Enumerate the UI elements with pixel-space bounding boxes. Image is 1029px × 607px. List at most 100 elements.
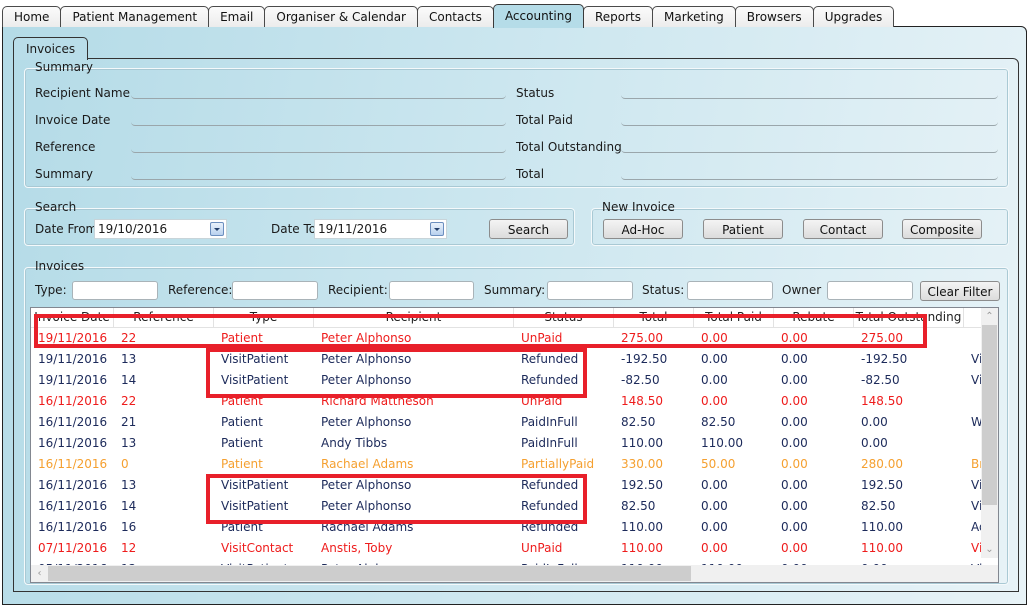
table-cell: 0.00 bbox=[861, 415, 888, 429]
owner-filter-label: Owner bbox=[782, 283, 822, 297]
table-cell: Anstis, Toby bbox=[321, 541, 393, 555]
tab-invoices[interactable]: Invoices bbox=[13, 37, 89, 60]
total-label: Total bbox=[516, 167, 545, 181]
table-cell: 13 bbox=[121, 436, 137, 450]
tab-email[interactable]: Email bbox=[208, 6, 266, 27]
table-cell: Patient bbox=[221, 415, 263, 429]
new-adhoc-invoice-button[interactable]: Ad-Hoc bbox=[603, 219, 683, 239]
date-from-picker[interactable]: 19/10/2016 bbox=[94, 219, 227, 239]
table-cell: 0 bbox=[121, 457, 129, 471]
type-filter-input[interactable] bbox=[72, 281, 158, 300]
tab-home[interactable]: Home bbox=[2, 6, 62, 27]
tab-reports[interactable]: Reports bbox=[582, 6, 653, 27]
total-paid-label: Total Paid bbox=[516, 113, 573, 127]
table-cell: 16/11/2016 bbox=[38, 499, 108, 513]
table-cell: 0.00 bbox=[701, 520, 728, 534]
reference-label: Reference bbox=[35, 140, 96, 154]
tab-accounting[interactable]: Accounting bbox=[492, 4, 584, 28]
summary-group-title: Summary bbox=[35, 60, 93, 74]
table-row[interactable]: 16/11/2016 21 Patient Peter Alphonso PaidInF… bbox=[31, 412, 998, 433]
total-outstanding-value bbox=[621, 143, 998, 153]
vertical-scroll-thumb[interactable] bbox=[982, 325, 997, 505]
table-cell: 0.00 bbox=[781, 394, 808, 408]
table-cell: 0.00 bbox=[781, 415, 808, 429]
table-cell: 148.50 bbox=[621, 394, 663, 408]
table-cell: VisitContact bbox=[221, 541, 294, 555]
table-cell: PartiallyPaid bbox=[521, 457, 595, 471]
tab-marketing[interactable]: Marketing bbox=[651, 6, 736, 27]
table-cell: -82.50 bbox=[861, 373, 900, 387]
recipient-name-label: Recipient Name bbox=[35, 86, 130, 100]
table-cell: 110.00 bbox=[621, 436, 663, 450]
status-filter-input[interactable] bbox=[687, 281, 773, 300]
table-cell: 110.00 bbox=[621, 520, 663, 534]
table-cell: Patient bbox=[221, 457, 263, 471]
status-label: Status bbox=[516, 86, 555, 100]
reference-filter-input[interactable] bbox=[232, 281, 318, 300]
scroll-left-icon[interactable]: ‹ bbox=[31, 565, 48, 582]
summary-group: Summary Recipient Name Invoice Date Refe… bbox=[24, 60, 1009, 188]
new-invoice-group: New Invoice Ad-Hoc Patient Contact Compo… bbox=[591, 200, 1009, 246]
tab-upgrades[interactable]: Upgrades bbox=[812, 6, 895, 27]
tab-organiser-calendar[interactable]: Organiser & Calendar bbox=[264, 6, 418, 27]
type-filter-label: Type: bbox=[35, 283, 67, 297]
table-cell: 82.50 bbox=[861, 499, 896, 513]
table-cell: 0.00 bbox=[781, 499, 808, 513]
scroll-up-icon[interactable]: ⌃ bbox=[981, 308, 998, 325]
table-cell: 22 bbox=[121, 394, 137, 408]
table-row[interactable]: 16/11/2016 0 Patient Rachael Adams Partially… bbox=[31, 454, 998, 475]
table-cell: 16/11/2016 bbox=[38, 457, 108, 471]
table-cell: 192.50 bbox=[621, 478, 663, 492]
table-cell: 19/11/2016 bbox=[38, 352, 108, 366]
search-button[interactable]: Search bbox=[489, 219, 568, 239]
summary-filter-input[interactable] bbox=[547, 281, 633, 300]
table-row[interactable]: 07/11/2016 12 VisitContact Anstis, Toby UnPa… bbox=[31, 538, 998, 559]
tab-contacts[interactable]: Contacts bbox=[416, 6, 494, 27]
summary-value bbox=[131, 170, 506, 180]
table-cell: -192.50 bbox=[861, 352, 908, 366]
horizontal-scrollbar[interactable]: ‹ › bbox=[31, 565, 996, 582]
table-cell: 110.00 bbox=[701, 436, 743, 450]
scrollbar-corner bbox=[981, 565, 998, 582]
table-cell: Peter Alphonso bbox=[321, 415, 412, 429]
invoice-date-value bbox=[131, 116, 506, 126]
table-cell: 0.00 bbox=[701, 394, 728, 408]
tab-patient-management[interactable]: Patient Management bbox=[60, 6, 210, 27]
date-to-dropdown-icon[interactable] bbox=[430, 222, 444, 236]
new-contact-invoice-button[interactable]: Contact bbox=[803, 219, 883, 239]
annotation-box-refunded-rows-1 bbox=[206, 348, 587, 398]
table-cell: 0.00 bbox=[701, 373, 728, 387]
tab-browsers[interactable]: Browsers bbox=[734, 6, 814, 27]
table-cell: 82.50 bbox=[621, 499, 656, 513]
reference-value bbox=[131, 143, 506, 153]
search-group: Search Date From 19/10/2016 Date To 19/1… bbox=[24, 200, 575, 246]
summary-filter-label: Summary: bbox=[484, 283, 546, 297]
date-to-picker[interactable]: 19/11/2016 bbox=[314, 219, 447, 239]
table-row[interactable]: 16/11/2016 13 Patient Andy Tibbs PaidInFull 1… bbox=[31, 433, 998, 454]
date-to-label: Date To bbox=[271, 222, 317, 236]
owner-filter-input[interactable] bbox=[827, 281, 913, 300]
total-paid-value bbox=[621, 116, 998, 126]
table-cell: PaidInFull bbox=[521, 436, 578, 450]
horizontal-scroll-thumb[interactable] bbox=[48, 566, 691, 581]
date-from-dropdown-icon[interactable] bbox=[210, 222, 224, 236]
table-cell: 0.00 bbox=[701, 478, 728, 492]
total-outstanding-label: Total Outstanding bbox=[516, 140, 622, 154]
new-patient-invoice-button[interactable]: Patient bbox=[703, 219, 783, 239]
table-cell: 16/11/2016 bbox=[38, 478, 108, 492]
vertical-scrollbar[interactable]: ⌃ ⌄ bbox=[981, 308, 998, 558]
table-cell: 14 bbox=[121, 373, 137, 387]
new-composite-invoice-button[interactable]: Composite bbox=[902, 219, 982, 239]
table-cell: 82.50 bbox=[621, 415, 656, 429]
summary-label: Summary bbox=[35, 167, 93, 181]
clear-filter-button[interactable]: Clear Filter bbox=[920, 281, 1000, 301]
recipient-filter-input[interactable] bbox=[389, 281, 474, 300]
date-from-label: Date From bbox=[35, 222, 98, 236]
invoices-group-title: Invoices bbox=[35, 259, 85, 273]
scroll-down-icon[interactable]: ⌄ bbox=[981, 541, 998, 558]
main-tab-bar: Home Patient Management Email Organiser … bbox=[2, 4, 895, 28]
table-cell: 192.50 bbox=[861, 478, 903, 492]
new-invoice-group-title: New Invoice bbox=[602, 200, 675, 214]
table-cell: 16/11/2016 bbox=[38, 436, 108, 450]
status-filter-label: Status: bbox=[642, 283, 685, 297]
